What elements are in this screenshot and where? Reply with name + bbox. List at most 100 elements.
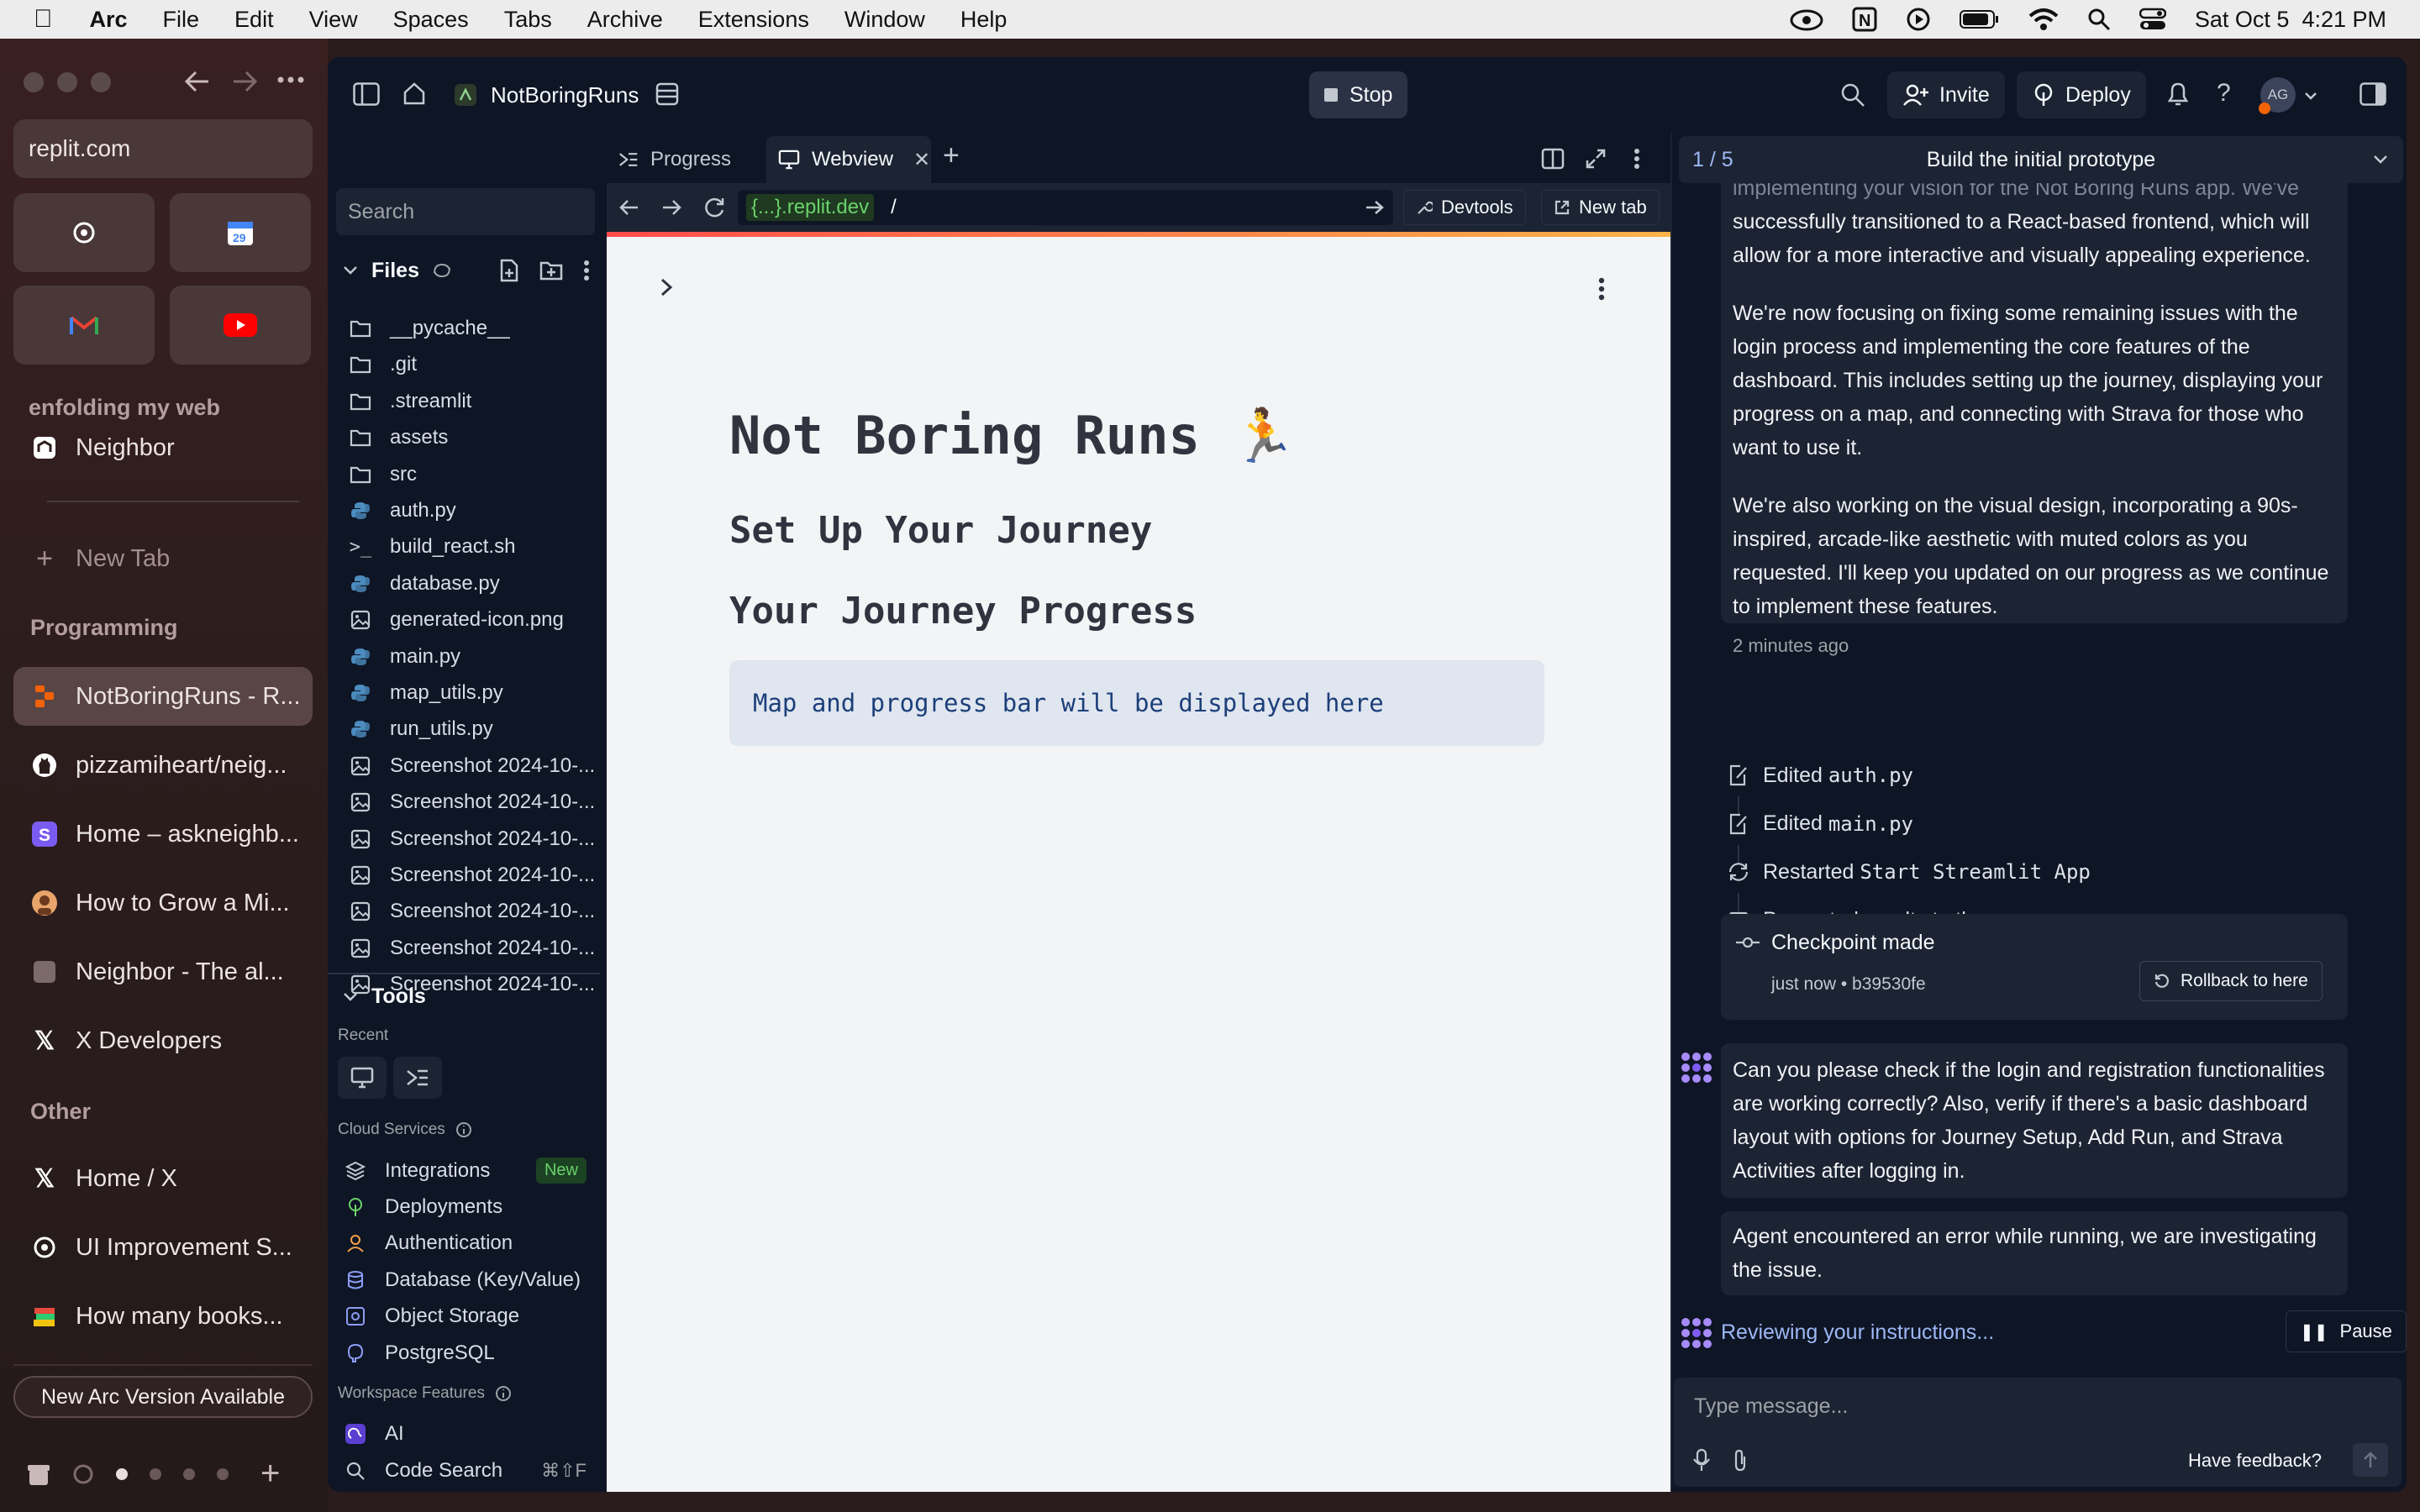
files-menu-icon[interactable] [583, 260, 590, 281]
archive-icon[interactable] [27, 1462, 50, 1487]
menu-app-name[interactable]: Arc [90, 7, 128, 33]
apple-icon[interactable]:  [34, 5, 53, 34]
add-space-icon[interactable]: + [260, 1455, 280, 1493]
reload-icon[interactable] [702, 197, 726, 220]
tools-header[interactable]: Tools [343, 984, 426, 1009]
menu-window[interactable]: Window [844, 7, 925, 33]
file-item[interactable]: >_ build_react.sh [348, 534, 516, 559]
menu-help[interactable]: Help [960, 7, 1007, 33]
tab-askneighbor[interactable]: S Home – askneighb... [13, 805, 313, 864]
file-item[interactable]: Screenshot 2024-10-... [348, 827, 595, 852]
back-arrow-icon[interactable] [183, 69, 212, 94]
menu-archive[interactable]: Archive [587, 7, 663, 33]
tab-neighbor-the-al[interactable]: Neighbor - The al... [13, 942, 313, 1001]
menu-edit[interactable]: Edit [234, 7, 274, 33]
tab-how-to-grow[interactable]: How to Grow a Mi... [13, 874, 313, 932]
url-bar[interactable]: replit.com [13, 119, 313, 178]
forward-arrow-icon[interactable] [660, 198, 682, 217]
file-item[interactable]: Screenshot 2024-10-... [348, 899, 595, 924]
invite-button[interactable]: Invite [1887, 71, 2005, 118]
message-input[interactable]: Type message... [1674, 1378, 2402, 1433]
pane-menu-icon[interactable] [1634, 148, 1640, 170]
right-panel-toggle-icon[interactable] [2360, 82, 2386, 106]
wifi-icon[interactable] [2028, 8, 2059, 31]
pinned-tile-openai[interactable] [13, 193, 155, 272]
notifications-bell-icon[interactable] [2166, 81, 2190, 108]
new-folder-icon[interactable] [539, 260, 563, 281]
new-tab-button[interactable]: New tab [1541, 190, 1660, 225]
cloud-service-item[interactable]: Object Storage [343, 1304, 587, 1329]
deploy-button[interactable]: Deploy [2017, 71, 2146, 118]
file-item[interactable]: map_utils.py [348, 680, 503, 706]
folder-item[interactable]: .streamlit [348, 389, 471, 414]
tab-neighbor[interactable]: Neighbor [13, 418, 313, 477]
menubar-clock[interactable]: Sat Oct 5 4:21 PM [2195, 7, 2386, 33]
sidebar-expand-chevron-icon[interactable] [659, 277, 674, 297]
cloud-service-item[interactable]: Authentication [343, 1231, 587, 1256]
spotlight-search-icon[interactable] [2087, 8, 2111, 31]
expand-icon[interactable] [1585, 148, 1607, 170]
space-dot[interactable] [183, 1467, 195, 1480]
files-header[interactable]: Files [343, 254, 595, 287]
add-tab-icon[interactable]: + [943, 139, 960, 172]
devtools-button[interactable]: Devtools [1403, 190, 1526, 225]
send-button[interactable] [2353, 1443, 2388, 1477]
update-banner-button[interactable]: New Arc Version Available [13, 1376, 313, 1418]
menu-extensions[interactable]: Extensions [698, 7, 809, 33]
menu-tabs[interactable]: Tabs [504, 7, 552, 33]
tab-x-developers[interactable]: 𝕏 X Developers [13, 1011, 313, 1070]
info-icon[interactable] [495, 1385, 512, 1402]
folder-item[interactable]: src [348, 462, 417, 487]
menu-view[interactable]: View [309, 7, 358, 33]
menu-file[interactable]: File [163, 7, 200, 33]
app-menu-icon[interactable] [1598, 277, 1605, 301]
file-item[interactable]: Screenshot 2024-10-... [348, 790, 595, 815]
maximize-window-icon[interactable] [91, 72, 111, 92]
pinned-tile-calendar[interactable]: 29 [170, 193, 311, 272]
recent-tool-webview[interactable] [338, 1057, 387, 1099]
folder-item[interactable]: __pycache__ [348, 316, 510, 341]
pinned-tile-youtube[interactable] [170, 286, 311, 365]
tab-webview[interactable]: Webview ✕ [766, 136, 931, 183]
project-files-icon[interactable] [655, 82, 679, 106]
folder-item[interactable]: .git [348, 352, 417, 377]
file-item[interactable]: main.py [348, 644, 460, 669]
control-center-icon[interactable] [2139, 8, 2166, 31]
open-arrow-icon[interactable] [1365, 199, 1385, 216]
webview-address-input[interactable]: {...}.replit.dev / [738, 190, 1393, 225]
more-options-icon[interactable] [277, 76, 304, 84]
new-tab-button[interactable]: + New Tab [13, 529, 313, 588]
search-icon[interactable] [1840, 82, 1865, 108]
stop-button[interactable]: Stop [1309, 71, 1408, 118]
file-item[interactable]: Screenshot 2024-10-... [348, 936, 595, 961]
file-item[interactable]: generated-icon.png [348, 607, 564, 633]
attachment-icon[interactable] [1731, 1448, 1749, 1472]
recent-tool-progress[interactable] [393, 1057, 442, 1099]
space-dot[interactable] [150, 1467, 161, 1480]
microphone-icon[interactable] [1692, 1448, 1711, 1472]
new-file-icon[interactable] [499, 259, 519, 282]
tab-notboringruns[interactable]: NotBoringRuns - R... [13, 667, 313, 726]
sidebar-toggle-icon[interactable] [353, 82, 380, 106]
space-dot[interactable] [217, 1467, 229, 1480]
info-icon[interactable] [455, 1121, 472, 1138]
tab-github[interactable]: pizzamiheart/neig... [13, 736, 313, 795]
file-item[interactable]: Screenshot 2024-10-... [348, 753, 595, 779]
tab-how-many-books[interactable]: How many books... [13, 1287, 313, 1346]
file-item[interactable]: auth.py [348, 498, 456, 523]
file-item[interactable]: Screenshot 2024-10-... [348, 863, 595, 888]
notion-icon[interactable]: N [1852, 7, 1877, 32]
creative-cloud-icon[interactable] [1790, 7, 1823, 32]
file-item[interactable]: run_utils.py [348, 717, 493, 742]
cloud-service-item[interactable]: Integrations New [343, 1158, 587, 1184]
pinned-tile-gmail[interactable] [13, 286, 155, 365]
pause-button[interactable]: ❚❚ Pause [2286, 1310, 2407, 1352]
tab-home-x[interactable]: 𝕏 Home / X [13, 1149, 313, 1208]
space-icon-openai[interactable] [72, 1463, 94, 1485]
folder-item[interactable]: assets [348, 425, 448, 450]
help-icon[interactable]: ? [2217, 79, 2231, 108]
play-circle-icon[interactable] [1906, 7, 1931, 32]
cloud-service-item[interactable]: Deployments [343, 1194, 587, 1220]
space-dot-active[interactable] [116, 1467, 128, 1480]
rollback-button[interactable]: Rollback to here [2139, 961, 2323, 1001]
